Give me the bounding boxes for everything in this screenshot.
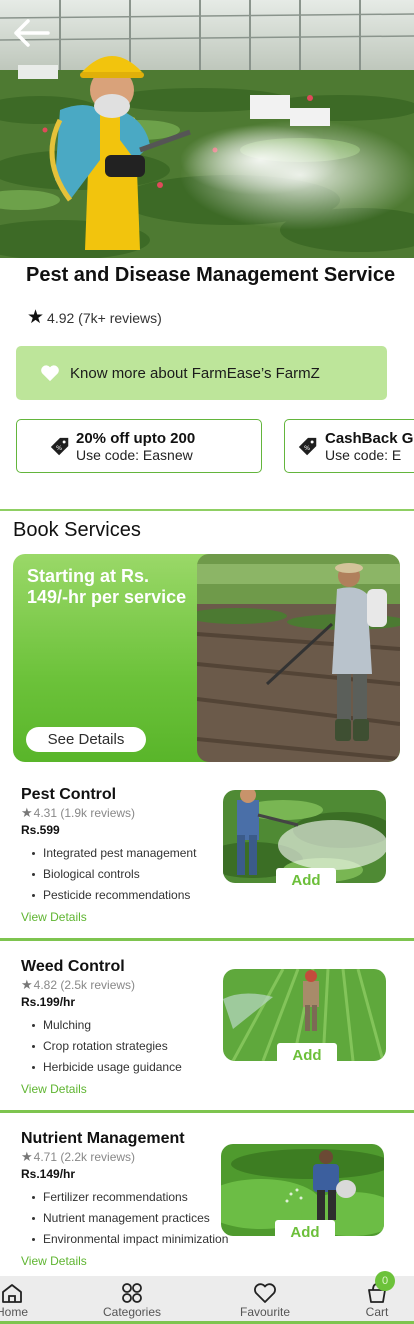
list-item: Environmental impact minimization <box>21 1229 228 1250</box>
banner-label: Know more about FarmEase’s FarmZ <box>70 364 320 382</box>
service-price: Rs.599 <box>21 823 60 837</box>
svg-text:%: % <box>304 444 310 452</box>
rating-text: 4.31 (1.9k reviews) <box>33 806 136 820</box>
service-rating: ★ 4.71 (2.2k reviews) <box>21 1149 135 1165</box>
nav-favourite[interactable]: Favourite <box>234 1276 296 1322</box>
view-details-link[interactable]: View Details <box>21 1254 87 1268</box>
know-more-banner[interactable]: Know more about FarmEase’s FarmZ <box>16 346 387 400</box>
heart-icon <box>254 1283 276 1303</box>
list-item: Nutrient management practices <box>21 1208 228 1229</box>
cart-count-badge: 0 <box>375 1271 395 1291</box>
promo-photo <box>197 554 400 762</box>
feature-list: Integrated pest management Biological co… <box>21 843 196 906</box>
service-title: Pest Control <box>21 786 117 803</box>
view-details-link[interactable]: View Details <box>21 910 87 924</box>
nav-label: Favourite <box>239 1305 291 1319</box>
section-divider <box>0 509 414 511</box>
coupon-card[interactable]: % 20% off upto 200 Use code: Easnew <box>16 419 262 473</box>
bottom-navigation: Home Categories Favourite Cart <box>0 1276 414 1322</box>
list-item: Herbicide usage guidance <box>21 1057 182 1078</box>
section-divider <box>0 938 414 941</box>
nav-categories[interactable]: Categories <box>98 1276 166 1322</box>
section-divider <box>0 1110 414 1113</box>
promo-card[interactable]: Starting at Rs. 149/-hr per service See … <box>13 554 400 762</box>
add-button[interactable]: Add <box>277 1043 337 1067</box>
list-item: Integrated pest management <box>21 843 196 864</box>
feature-list: Mulching Crop rotation strategies Herbic… <box>21 1015 182 1078</box>
see-details-button[interactable]: See Details <box>26 727 146 752</box>
section-heading: Book Services <box>13 519 141 541</box>
rating-text: 4.82 (2.5k reviews) <box>33 978 136 992</box>
view-details-link[interactable]: View Details <box>21 1082 87 1096</box>
service-rating: ★ 4.92 (7k+ reviews) <box>27 308 162 327</box>
coupon-card[interactable]: % CashBack G Use code: E <box>284 419 414 473</box>
add-button[interactable]: Add <box>275 1220 335 1244</box>
service-rating: ★ 4.82 (2.5k reviews) <box>21 977 135 993</box>
coupon-carousel[interactable]: % 20% off upto 200 Use code: Easnew % Ca… <box>0 410 414 482</box>
service-title: Weed Control <box>21 958 125 975</box>
promo-text: Starting at Rs. 149/-hr per service <box>27 566 187 607</box>
back-button[interactable] <box>8 14 54 52</box>
coupon-code: Use code: E <box>325 447 402 463</box>
page-title: Pest and Disease Management Service <box>26 264 396 286</box>
rating-text: 4.92 (7k+ reviews) <box>47 309 162 326</box>
list-item: Pesticide recommendations <box>21 885 196 906</box>
svg-text:%: % <box>56 444 62 452</box>
discount-tag-icon: % <box>50 437 69 456</box>
nav-home[interactable]: Home <box>0 1276 38 1322</box>
hero-image <box>0 0 414 258</box>
star-icon: ★ <box>21 1149 33 1164</box>
feature-list: Fertilizer recommendations Nutrient mana… <box>21 1187 228 1250</box>
arrow-left-icon <box>14 19 50 47</box>
list-item: Fertilizer recommendations <box>21 1187 228 1208</box>
home-icon <box>2 1284 22 1303</box>
nav-label: Categories <box>102 1305 162 1319</box>
service-price: Rs.199/hr <box>21 995 76 1009</box>
add-button[interactable]: Add <box>276 868 336 892</box>
rating-text: 4.71 (2.2k reviews) <box>33 1150 136 1164</box>
coupon-title: CashBack G <box>325 430 414 447</box>
star-icon: ★ <box>21 977 33 992</box>
service-rating: ★ 4.31 (1.9k reviews) <box>21 805 135 821</box>
star-icon: ★ <box>27 307 45 328</box>
star-icon: ★ <box>21 805 33 820</box>
coupon-code: Use code: Easnew <box>76 447 193 463</box>
discount-tag-icon: % <box>298 437 317 456</box>
service-price: Rs.149/hr <box>21 1167 76 1181</box>
coupon-title: 20% off upto 200 <box>76 430 196 447</box>
service-title: Nutrient Management <box>21 1130 185 1147</box>
list-item: Mulching <box>21 1015 182 1036</box>
list-item: Biological controls <box>21 864 196 885</box>
list-item: Crop rotation strategies <box>21 1036 182 1057</box>
nav-label: Cart <box>365 1305 389 1319</box>
nav-label: Home <box>0 1305 28 1319</box>
categories-icon <box>122 1283 142 1303</box>
heart-icon <box>41 365 59 382</box>
